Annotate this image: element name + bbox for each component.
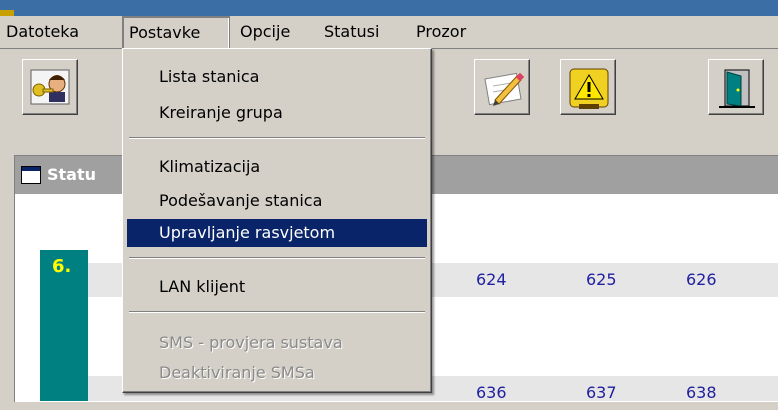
menu-statusi[interactable]: Statusi	[318, 16, 385, 48]
menu-item-lan-klijent[interactable]: LAN klijent	[127, 273, 427, 301]
table-cell: 637	[586, 383, 617, 402]
table-cell: 625	[586, 270, 617, 289]
menu-separator	[129, 257, 425, 259]
menu-opcije[interactable]: Opcije	[234, 16, 296, 48]
menu-item-kreiranje-grupa[interactable]: Kreiranje grupa	[127, 99, 427, 127]
menu-item-lista-stanica[interactable]: Lista stanica	[127, 63, 427, 91]
table-cell: 638	[686, 383, 717, 402]
window-icon	[21, 166, 41, 184]
menu-separator	[129, 137, 425, 139]
postavke-dropdown-menu: Lista stanica Kreiranje grupa Klimatizac…	[122, 48, 432, 393]
title-bar	[0, 0, 778, 16]
table-cell: 626	[686, 270, 717, 289]
row-label-column: 6.	[40, 250, 88, 401]
menu-prozor[interactable]: Prozor	[410, 16, 472, 48]
edit-button[interactable]	[474, 59, 530, 115]
table-cell: 636	[476, 383, 507, 402]
menu-postavke[interactable]: Postavke	[122, 16, 230, 48]
table-cell: 624	[476, 270, 507, 289]
user-keys-button[interactable]	[22, 59, 78, 115]
status-panel-title: Statu	[47, 165, 97, 184]
menubar: Datoteka Postavke Opcije Statusi Prozor	[0, 16, 778, 49]
warning-button[interactable]	[560, 59, 616, 115]
user-keys-icon	[30, 69, 70, 105]
menu-item-upravljanje-rasvjetom[interactable]: Upravljanje rasvjetom	[127, 219, 427, 247]
menu-item-podesavanje-stanica[interactable]: Podešavanje stanica	[127, 187, 427, 215]
menu-item-deaktiviranje-smsa: Deaktiviranje SMSa	[159, 363, 315, 382]
menu-separator	[129, 311, 425, 313]
row-label: 6.	[52, 256, 72, 277]
menu-item-sms-provjera-sustava: SMS - provjera sustava	[159, 333, 343, 352]
menu-item-klimatizacija[interactable]: Klimatizacija	[127, 153, 427, 181]
warning-icon	[569, 68, 609, 109]
exit-button[interactable]	[708, 59, 764, 115]
exit-door-icon	[719, 69, 755, 108]
pencil-edit-icon	[484, 72, 525, 106]
menu-datoteka[interactable]: Datoteka	[0, 16, 85, 48]
app-window: Datoteka Postavke Opcije Statusi Prozor	[0, 0, 778, 402]
